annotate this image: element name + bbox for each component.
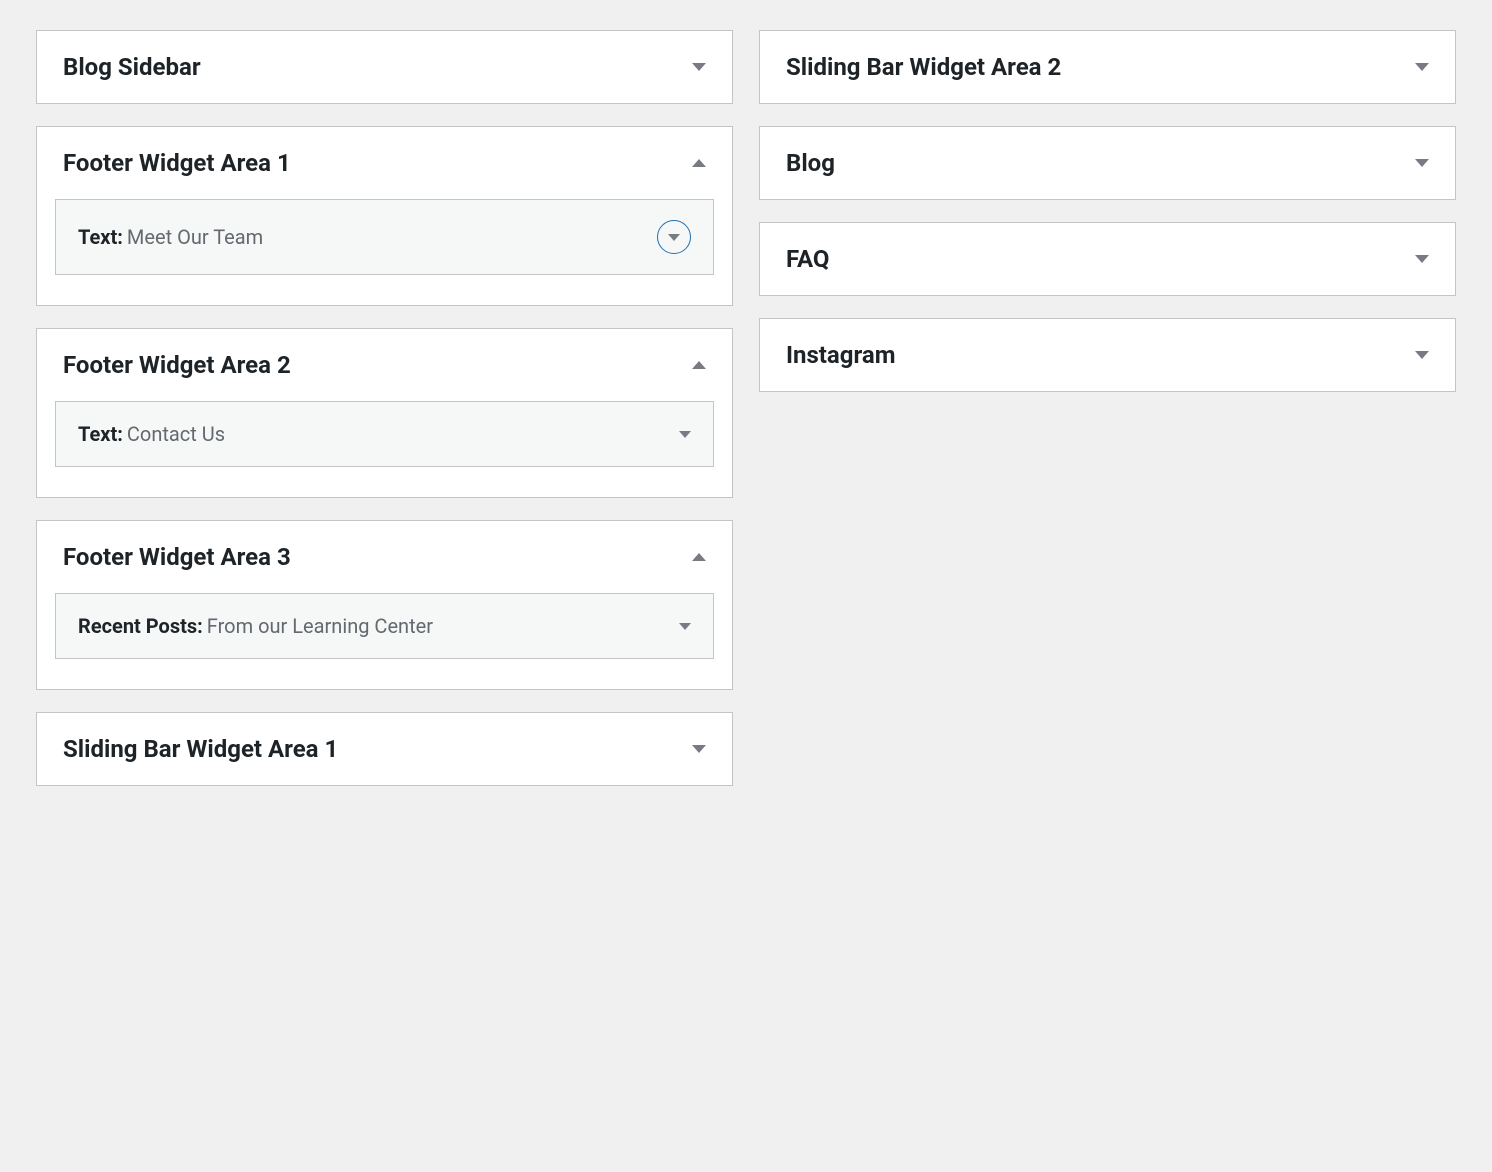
- chevron-up-icon: [692, 361, 706, 369]
- panel-title: Instagram: [786, 341, 896, 369]
- panel-sliding-bar-1: Sliding Bar Widget Area 1: [36, 712, 733, 786]
- widget-title: Contact Us: [127, 422, 225, 446]
- chevron-down-icon: [668, 234, 680, 241]
- panel-title: Sliding Bar Widget Area 1: [63, 735, 338, 763]
- chevron-down-icon: [1415, 63, 1429, 71]
- widget-label: Text:Contact Us: [78, 422, 225, 446]
- chevron-down-icon: [679, 623, 691, 630]
- panel-title: Footer Widget Area 1: [63, 149, 291, 177]
- widget-title: From our Learning Center: [207, 614, 433, 638]
- chevron-down-icon: [692, 745, 706, 753]
- widget-toggle-button[interactable]: [657, 220, 691, 254]
- widget-kind: Text: [78, 225, 117, 249]
- panel-header-footer-widget-3[interactable]: Footer Widget Area 3: [37, 521, 732, 593]
- panel-title: FAQ: [786, 245, 829, 273]
- widget-column-left: Blog Sidebar Footer Widget Area 1 Text:M…: [36, 30, 733, 786]
- widget-label: Text:Meet Our Team: [78, 225, 263, 249]
- panel-footer-widget-1: Footer Widget Area 1 Text:Meet Our Team: [36, 126, 733, 306]
- panel-title: Blog Sidebar: [63, 53, 201, 81]
- chevron-down-icon: [1415, 255, 1429, 263]
- panel-blog-sidebar: Blog Sidebar: [36, 30, 733, 104]
- panel-header-sliding-bar-1[interactable]: Sliding Bar Widget Area 1: [37, 713, 732, 785]
- panel-body: Text:Contact Us: [37, 401, 732, 497]
- panel-footer-widget-3: Footer Widget Area 3 Recent Posts:From o…: [36, 520, 733, 690]
- panel-header-blog-sidebar[interactable]: Blog Sidebar: [37, 31, 732, 103]
- chevron-up-icon: [692, 159, 706, 167]
- widget-item-text-contact-us[interactable]: Text:Contact Us: [55, 401, 714, 467]
- widget-column-right: Sliding Bar Widget Area 2 Blog FAQ Insta…: [759, 30, 1456, 392]
- widget-item-text-meet-our-team[interactable]: Text:Meet Our Team: [55, 199, 714, 275]
- widget-kind: Recent Posts: [78, 614, 197, 638]
- chevron-down-icon: [692, 63, 706, 71]
- panel-header-faq[interactable]: FAQ: [760, 223, 1455, 295]
- panel-header-instagram[interactable]: Instagram: [760, 319, 1455, 391]
- panel-title: Footer Widget Area 2: [63, 351, 291, 379]
- widget-kind: Text: [78, 422, 117, 446]
- panel-blog: Blog: [759, 126, 1456, 200]
- panel-title: Blog: [786, 149, 835, 177]
- panel-body: Recent Posts:From our Learning Center: [37, 593, 732, 689]
- panel-instagram: Instagram: [759, 318, 1456, 392]
- widget-label: Recent Posts:From our Learning Center: [78, 614, 433, 638]
- widget-item-recent-posts[interactable]: Recent Posts:From our Learning Center: [55, 593, 714, 659]
- widget-title: Meet Our Team: [127, 225, 263, 249]
- panel-faq: FAQ: [759, 222, 1456, 296]
- chevron-up-icon: [692, 553, 706, 561]
- panel-header-footer-widget-2[interactable]: Footer Widget Area 2: [37, 329, 732, 401]
- panel-sliding-bar-2: Sliding Bar Widget Area 2: [759, 30, 1456, 104]
- widget-columns: Blog Sidebar Footer Widget Area 1 Text:M…: [36, 30, 1456, 786]
- panel-header-blog[interactable]: Blog: [760, 127, 1455, 199]
- chevron-down-icon: [1415, 159, 1429, 167]
- separator: :: [197, 614, 203, 638]
- panel-title: Footer Widget Area 3: [63, 543, 291, 571]
- separator: :: [117, 422, 123, 446]
- panel-header-footer-widget-1[interactable]: Footer Widget Area 1: [37, 127, 732, 199]
- separator: :: [117, 225, 123, 249]
- panel-body: Text:Meet Our Team: [37, 199, 732, 305]
- panel-title: Sliding Bar Widget Area 2: [786, 53, 1061, 81]
- panel-header-sliding-bar-2[interactable]: Sliding Bar Widget Area 2: [760, 31, 1455, 103]
- chevron-down-icon: [679, 431, 691, 438]
- chevron-down-icon: [1415, 351, 1429, 359]
- panel-footer-widget-2: Footer Widget Area 2 Text:Contact Us: [36, 328, 733, 498]
